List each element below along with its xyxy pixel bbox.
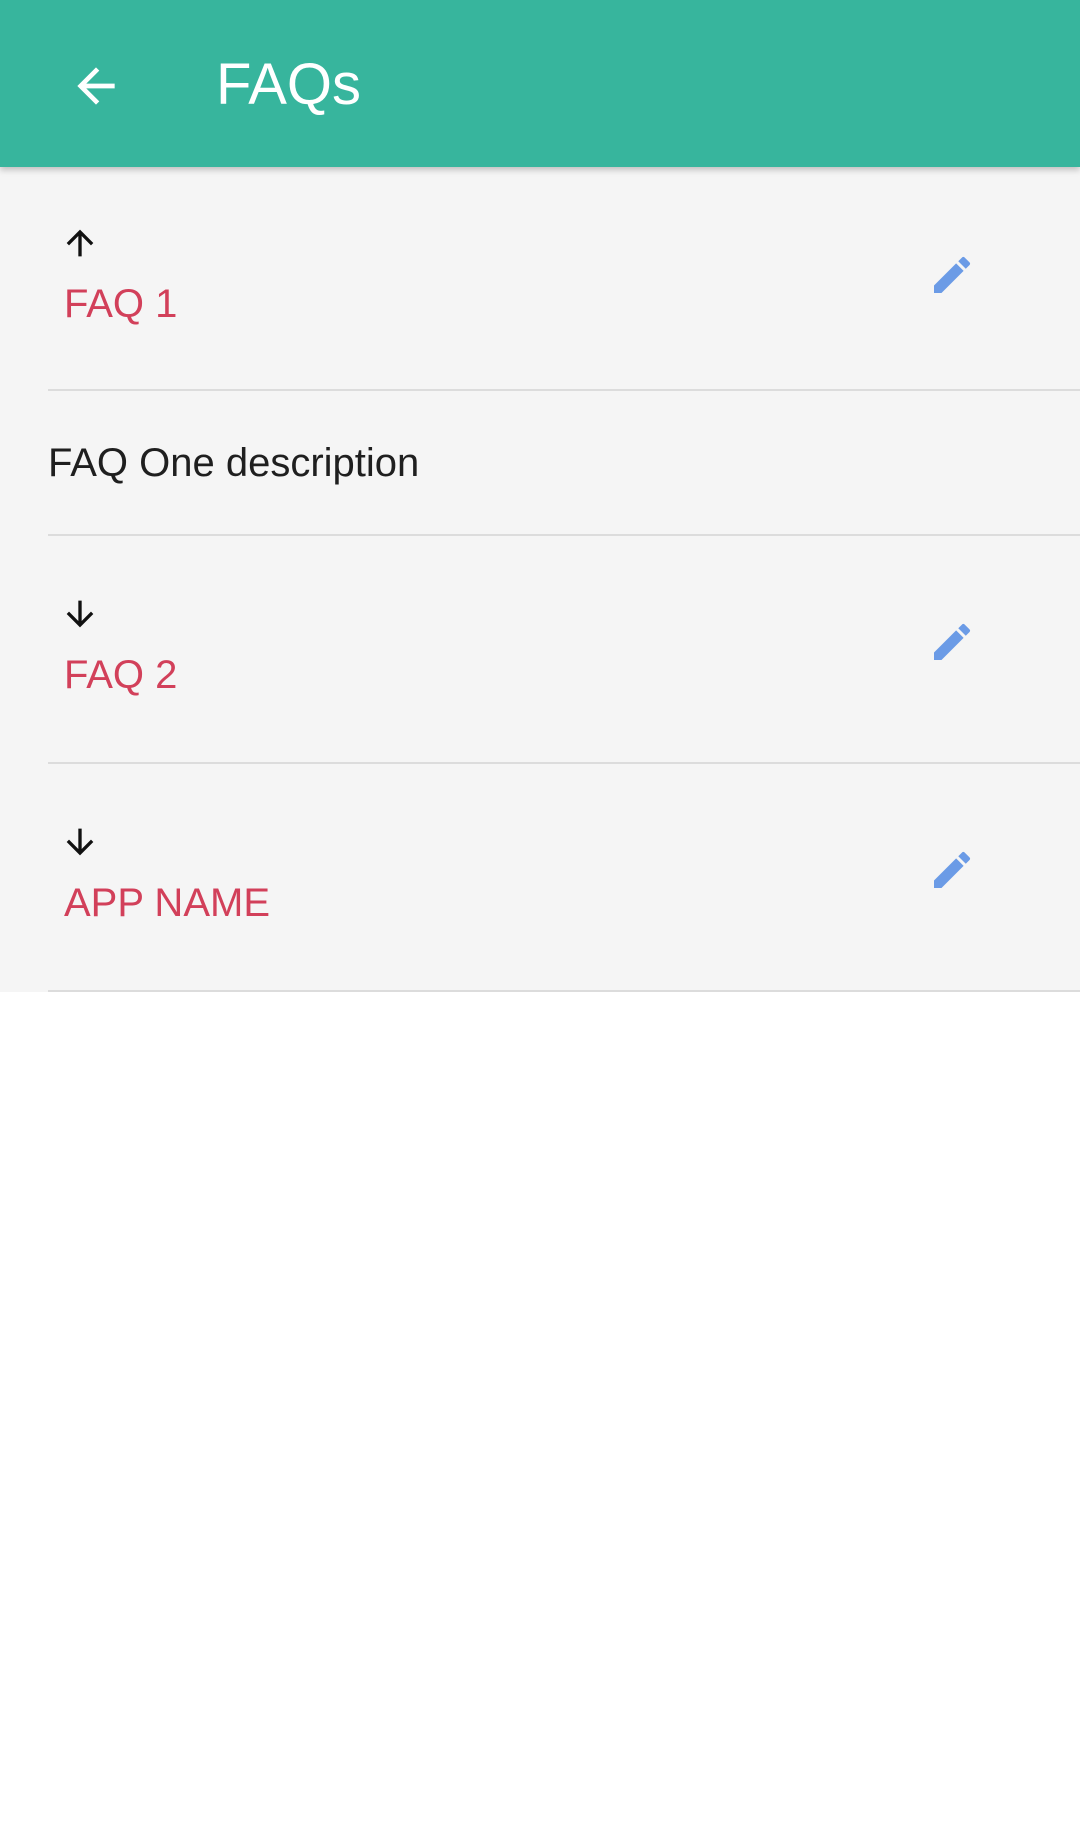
- arrow-down-icon[interactable]: [60, 594, 100, 634]
- faq-item-2[interactable]: FAQ 2: [0, 536, 1080, 764]
- faq-description-row: FAQ One description: [0, 391, 1080, 536]
- app-bar: FAQs: [0, 0, 1080, 167]
- pencil-icon: [934, 623, 971, 660]
- edit-faq-button[interactable]: [920, 243, 984, 307]
- faq-title: APP NAME: [64, 881, 270, 925]
- pencil-icon: [934, 851, 971, 888]
- arrow-back-icon: [77, 67, 115, 105]
- faq-item-3[interactable]: APP NAME: [0, 764, 1080, 992]
- faq-title: FAQ 2: [64, 653, 178, 697]
- faq-item-1[interactable]: FAQ 1: [0, 167, 1080, 391]
- edit-faq-button[interactable]: [920, 838, 984, 902]
- page-title: FAQs: [216, 52, 362, 117]
- faq-title: FAQ 1: [64, 282, 178, 326]
- pencil-icon: [934, 256, 971, 293]
- edit-faq-button[interactable]: [920, 610, 984, 674]
- arrow-down-icon[interactable]: [60, 822, 100, 862]
- arrow-up-icon[interactable]: [60, 223, 100, 263]
- divider: [48, 990, 1080, 992]
- faq-description: FAQ One description: [48, 441, 420, 485]
- back-button[interactable]: [56, 46, 136, 126]
- faq-list: FAQ 1 FAQ One description FAQ 2 APP NAME: [0, 167, 1080, 992]
